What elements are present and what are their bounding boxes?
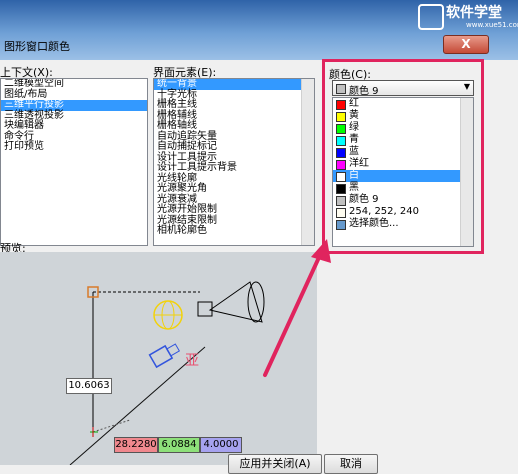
chevron-down-icon[interactable]: ▼ (464, 82, 470, 91)
color-swatch-icon (336, 172, 346, 182)
color-option[interactable]: 白 (333, 170, 473, 182)
context-list[interactable]: 二维模型空间 图纸/布局 三维平行投影 三维透视投影 块编辑器 命令行 打印预览 (0, 78, 148, 246)
distance-tooltip: 10.6063 (66, 378, 112, 394)
context-item[interactable]: 二维模型空间 (1, 79, 147, 90)
color-option-label: 黄 (349, 110, 359, 121)
color-option[interactable]: 254, 252, 240 (333, 206, 473, 218)
color-option[interactable]: 洋红 (333, 158, 473, 170)
selected-color-value: 颜色 9 (349, 86, 379, 97)
interface-element-item[interactable]: 统一背景 (154, 79, 314, 90)
color-swatch-icon (336, 208, 346, 218)
context-item[interactable]: 三维平行投影 (1, 99, 147, 111)
color-option-list[interactable]: 红黄绿青蓝洋红白黑颜色 9 254, 252, 240 选择颜色... (332, 97, 474, 247)
color-option[interactable]: 黄 (333, 110, 473, 122)
annotation-arrow-icon (263, 239, 331, 377)
color-option[interactable]: 黑 (333, 182, 473, 194)
interface-element-item[interactable]: 自动捕捉标记 (154, 141, 314, 153)
title-bar: 软件学堂 www.xue51.com 图形窗口颜色 X (0, 0, 518, 60)
logo-mark-icon (418, 4, 444, 30)
color-option[interactable]: 红 (333, 98, 473, 110)
interface-element-item[interactable]: 光源开始限制 (154, 204, 314, 216)
color-list-scrollbar[interactable] (460, 98, 473, 246)
selected-color-swatch (336, 84, 346, 94)
color-option-label: 绿 (349, 122, 359, 133)
color-swatch-icon (336, 184, 346, 194)
color-swatch-icon (336, 160, 346, 170)
interface-element-item[interactable]: 栅格主线 (154, 99, 314, 111)
color-select[interactable]: 颜色 9 ▼ (332, 80, 474, 97)
context-item[interactable]: 块编辑器 (1, 120, 147, 132)
interface-element-item[interactable]: 设计工具提示背景 (154, 162, 314, 174)
color-option-label: 黑 (349, 182, 359, 193)
y-coordinate-field: 6.0884 (158, 437, 200, 453)
site-logo: 软件学堂 www.xue51.com (418, 2, 518, 32)
color-option-label: 青 (349, 134, 359, 145)
preview-glyph: 亚 (185, 353, 199, 369)
color-swatch-icon (336, 220, 346, 230)
color-swatch-icon (336, 112, 346, 122)
x-coordinate-field: 28.2280 (114, 437, 158, 453)
color-option-label: 254, 252, 240 (349, 206, 419, 217)
color-swatch-icon (336, 136, 346, 146)
dimension-line (92, 419, 131, 433)
interface-element-item[interactable]: 栅格轴线 (154, 120, 314, 132)
z-coordinate-field: 4.0000 (200, 437, 242, 453)
logo-url: www.xue51.com (466, 21, 518, 29)
color-swatch-icon (336, 124, 346, 134)
interface-element-list[interactable]: 统一背景 十字光标 栅格主线 栅格辅线 栅格轴线 自动追踪矢量 自动捕捉标记 设计工具提示 设计… (153, 78, 315, 246)
interface-list-scrollbar[interactable] (301, 79, 314, 245)
logo-name: 软件学堂 (446, 5, 502, 21)
light-bulb-icon (153, 300, 183, 330)
color-option[interactable]: 选择颜色... (333, 218, 473, 230)
close-button[interactable]: X (443, 35, 489, 54)
color-swatch-icon (336, 100, 346, 110)
color-option-label: 红 (349, 98, 359, 109)
window-title: 图形窗口颜色 (4, 40, 70, 53)
color-option-label: 白 (349, 170, 359, 181)
color-option-label: 颜色 9 (349, 194, 379, 205)
cancel-button[interactable]: 取消 (324, 454, 378, 474)
color-option[interactable]: 颜色 9 (333, 194, 473, 206)
interface-element-item[interactable]: 光源聚光角 (154, 183, 314, 195)
camera-icon (148, 343, 181, 369)
color-option-label: 选择颜色... (349, 218, 399, 229)
color-option[interactable]: 蓝 (333, 146, 473, 158)
color-option-label: 蓝 (349, 146, 359, 157)
color-option[interactable]: 青 (333, 134, 473, 146)
color-swatch-icon (336, 196, 346, 206)
color-option[interactable]: 绿 (333, 122, 473, 134)
context-item[interactable]: 打印预览 (1, 141, 147, 153)
color-swatch-icon (336, 148, 346, 158)
apply-close-button[interactable]: 应用并关闭(A) (228, 454, 322, 474)
color-option-label: 洋红 (349, 158, 369, 169)
